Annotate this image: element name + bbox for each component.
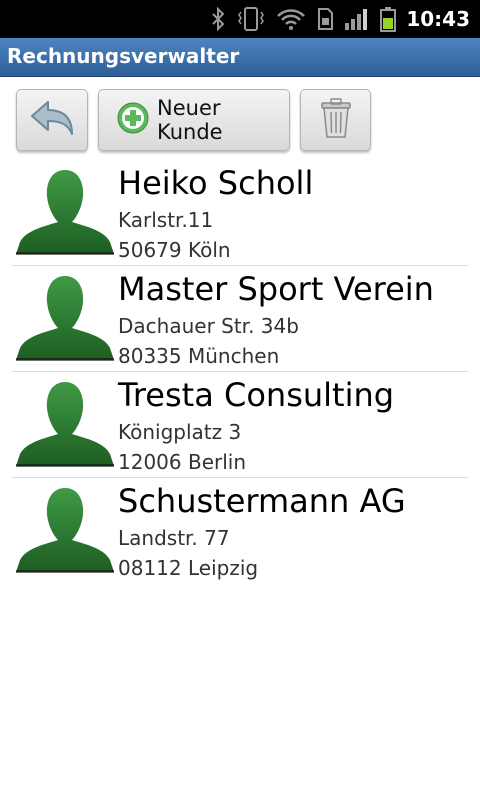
wifi-icon — [276, 0, 306, 38]
customer-row[interactable]: Tresta Consulting Königplatz 3 12006 Ber… — [0, 372, 480, 478]
customer-name: Tresta Consulting — [118, 376, 395, 414]
customer-name: Master Sport Verein — [118, 270, 434, 308]
person-avatar-icon — [14, 274, 116, 362]
customer-name: Schustermann AG — [118, 482, 406, 520]
battery-icon — [380, 0, 397, 38]
bluetooth-icon — [210, 0, 226, 38]
app-title: Rechnungsverwalter — [7, 44, 240, 68]
sim-icon — [316, 0, 334, 38]
delete-button[interactable] — [300, 89, 371, 151]
status-bar: 10:43 — [0, 0, 480, 38]
new-customer-label: Neuer Kunde — [157, 96, 223, 144]
person-avatar-icon — [14, 380, 116, 468]
person-avatar-icon — [14, 168, 116, 256]
customer-row[interactable]: Master Sport Verein Dachauer Str. 34b 80… — [0, 266, 480, 372]
vibrate-icon — [236, 0, 266, 38]
trash-icon — [318, 97, 354, 143]
back-button[interactable] — [16, 89, 88, 151]
app-title-bar: Rechnungsverwalter — [0, 38, 480, 77]
customer-street: Karlstr.11 — [118, 208, 214, 232]
customer-list: Heiko Scholl Karlstr.11 50679 Köln Maste… — [0, 160, 480, 584]
plus-circle-icon — [117, 102, 149, 138]
customer-street: Dachauer Str. 34b — [118, 314, 299, 338]
customer-name: Heiko Scholl — [118, 164, 314, 202]
customer-city: 80335 München — [118, 344, 280, 368]
customer-street: Landstr. 77 — [118, 526, 230, 550]
clock: 10:43 — [406, 7, 470, 31]
customer-city: 50679 Köln — [118, 238, 231, 262]
customer-row[interactable]: Heiko Scholl Karlstr.11 50679 Köln — [0, 160, 480, 266]
signal-icon — [344, 0, 370, 38]
customer-row[interactable]: Schustermann AG Landstr. 77 08112 Leipzi… — [0, 478, 480, 584]
customer-street: Königplatz 3 — [118, 420, 242, 444]
back-arrow-icon — [26, 96, 78, 144]
person-avatar-icon — [14, 486, 116, 574]
customer-city: 12006 Berlin — [118, 450, 247, 474]
new-customer-button[interactable]: Neuer Kunde — [98, 89, 290, 151]
customer-city: 08112 Leipzig — [118, 556, 259, 580]
